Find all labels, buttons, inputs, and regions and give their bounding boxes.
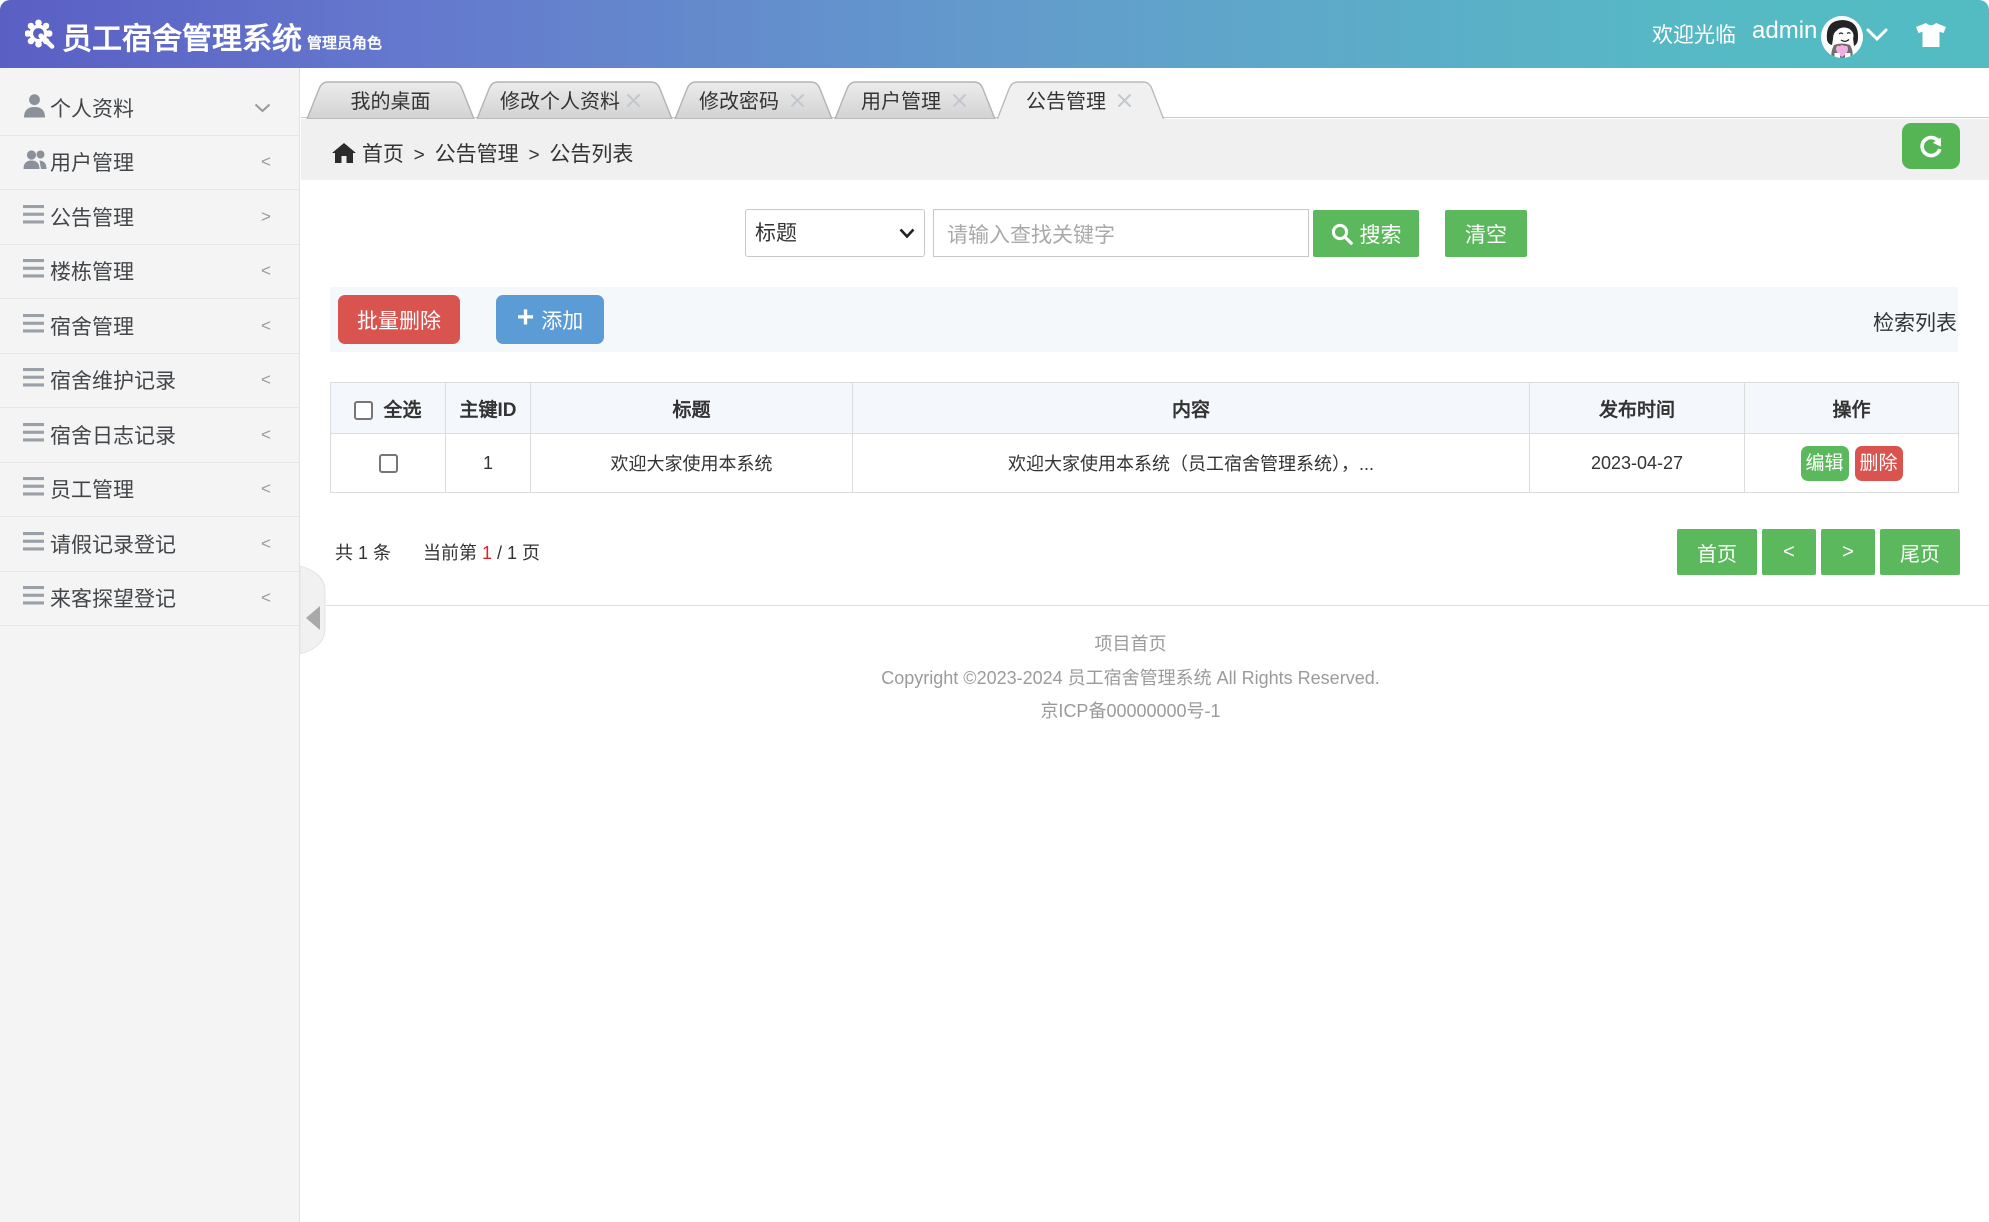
svg-text:公告管理: 公告管理 bbox=[1026, 90, 1106, 113]
svg-text:我的桌面: 我的桌面 bbox=[351, 90, 431, 113]
svg-text:用户管理: 用户管理 bbox=[861, 90, 941, 113]
svg-text:修改密码: 修改密码 bbox=[699, 90, 779, 113]
svg-text:修改个人资料: 修改个人资料 bbox=[500, 90, 620, 113]
